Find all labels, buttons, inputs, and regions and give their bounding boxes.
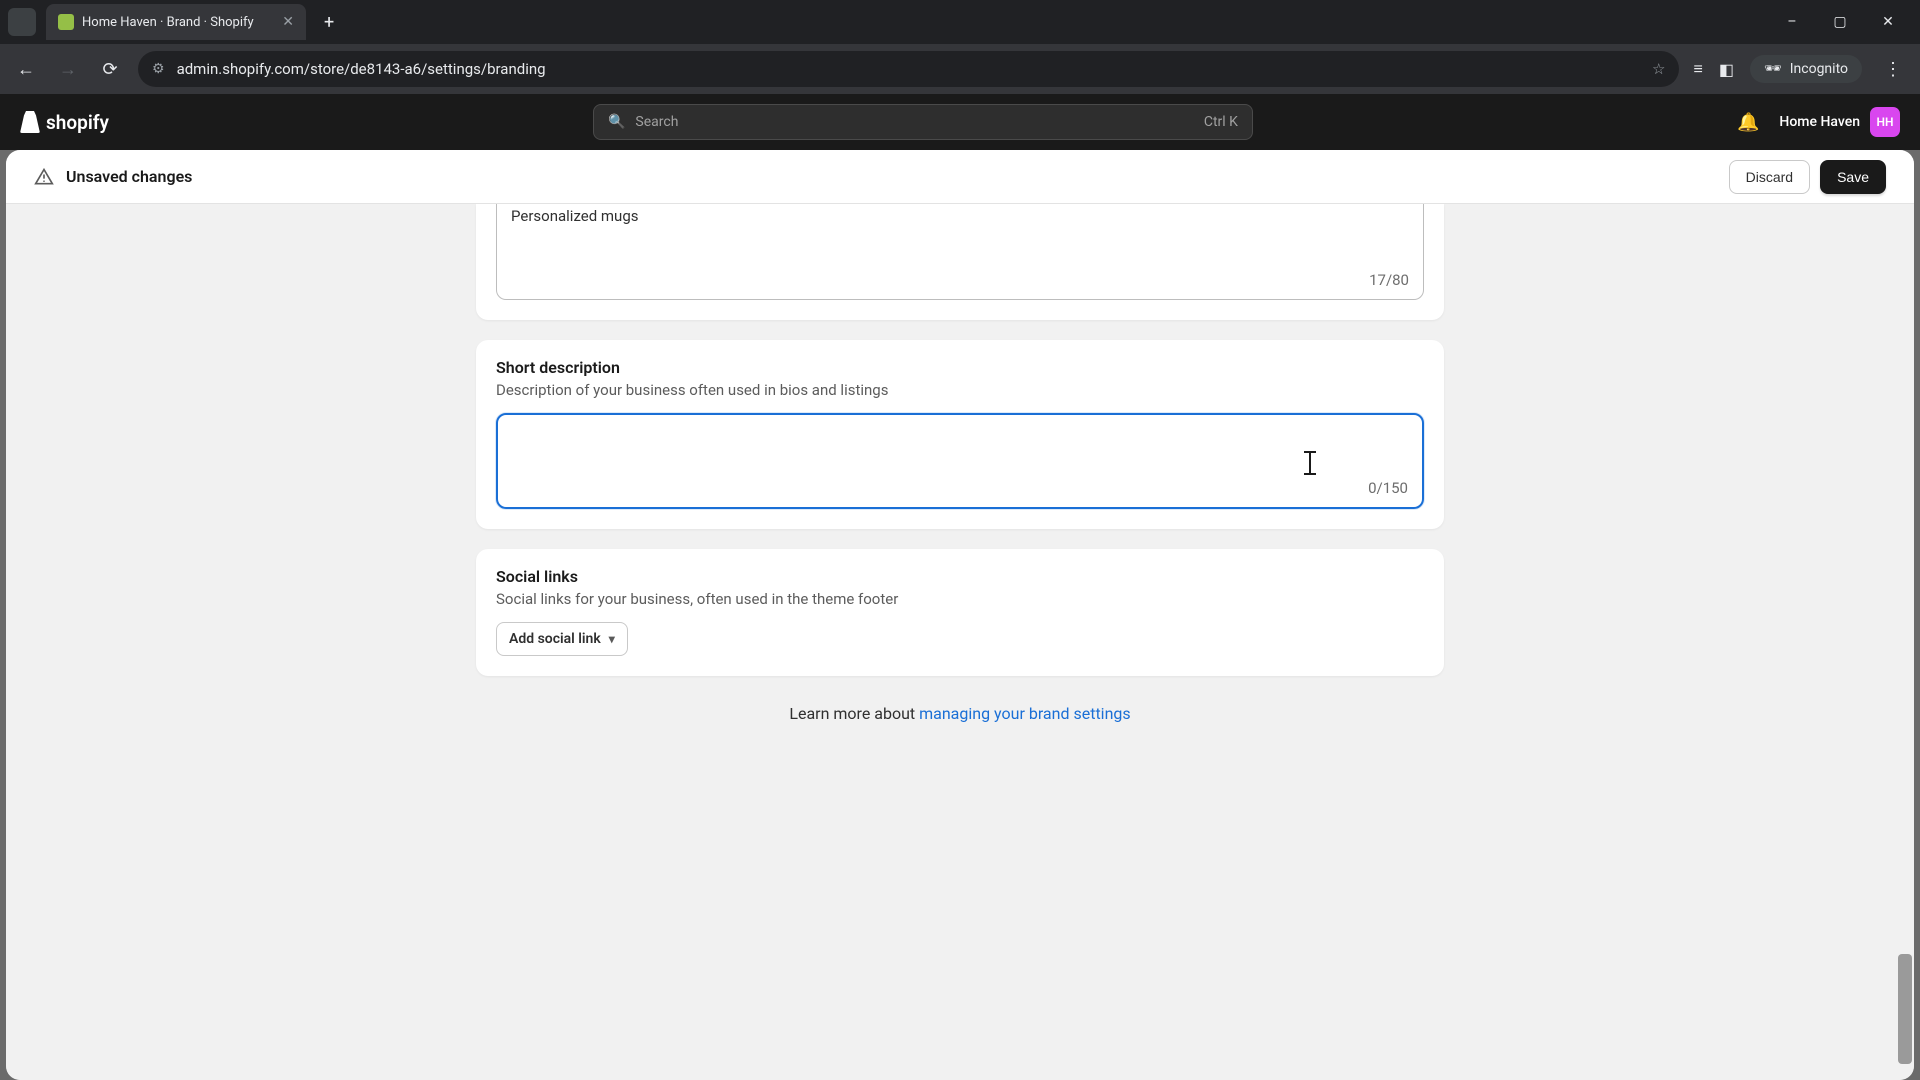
browser-menu-button[interactable]: ⋮ (1878, 59, 1908, 80)
search-placeholder: Search (635, 114, 678, 130)
url-text: admin.shopify.com/store/de8143-a6/settin… (177, 60, 1640, 78)
chevron-down-icon: ▾ (609, 632, 615, 646)
shopify-bag-icon (20, 111, 40, 133)
warning-icon (34, 167, 54, 187)
short-description-counter: 0/150 (512, 479, 1408, 497)
tab-strip: Home Haven · Brand · Shopify ✕ + – ▢ ✕ (0, 0, 1920, 44)
incognito-icon: 🕶 (1764, 61, 1782, 77)
side-panel-icon[interactable]: ◧ (1719, 60, 1734, 79)
store-name: Home Haven (1779, 114, 1860, 130)
search-shortcut: Ctrl K (1204, 114, 1238, 130)
social-links-title: Social links (496, 567, 1424, 586)
save-button[interactable]: Save (1820, 160, 1886, 194)
app-area: shopify 🔍 Search Ctrl K 🔔 Home Haven HH (0, 94, 1920, 1080)
slogan-value: Personalized mugs (511, 206, 1409, 246)
back-button[interactable]: ← (12, 55, 40, 83)
slogan-card: Personalized mugs 17/80 (476, 204, 1444, 320)
scrollbar-thumb[interactable] (1898, 954, 1912, 1064)
new-tab-button[interactable]: + (312, 8, 346, 37)
browser-chrome: Home Haven · Brand · Shopify ✕ + – ▢ ✕ ←… (0, 0, 1920, 94)
bookmark-icon[interactable]: ☆ (1652, 60, 1665, 78)
social-links-subtitle: Social links for your business, often us… (496, 590, 1424, 608)
forward-button[interactable]: → (54, 55, 82, 83)
maximize-button[interactable]: ▢ (1828, 14, 1852, 30)
toolbar-actions: ≡ ◧ 🕶 Incognito ⋮ (1693, 55, 1908, 83)
extensions-icon[interactable]: ≡ (1693, 59, 1702, 79)
store-avatar: HH (1870, 107, 1900, 137)
shopify-wordmark: shopify (46, 111, 109, 134)
site-info-icon[interactable]: ⚙ (152, 61, 165, 77)
learn-more-prefix: Learn more about (789, 704, 919, 723)
global-search[interactable]: 🔍 Search Ctrl K (593, 104, 1253, 140)
shopify-logo[interactable]: shopify (20, 111, 109, 134)
short-description-input[interactable]: 0/150 (496, 413, 1424, 509)
reload-button[interactable]: ⟳ (96, 55, 124, 83)
minimize-button[interactable]: – (1780, 14, 1804, 30)
notifications-icon[interactable]: 🔔 (1737, 112, 1759, 133)
address-bar[interactable]: ⚙ admin.shopify.com/store/de8143-a6/sett… (138, 51, 1679, 87)
learn-more-link[interactable]: managing your brand settings (919, 704, 1131, 723)
social-links-card: Social links Social links for your busin… (476, 549, 1444, 676)
slogan-input[interactable]: Personalized mugs 17/80 (496, 204, 1424, 300)
close-window-button[interactable]: ✕ (1876, 14, 1900, 30)
save-bar-message: Unsaved changes (66, 167, 192, 186)
settings-page: Unsaved changes Discard Save Personalize… (6, 150, 1914, 1080)
short-description-value (512, 427, 1408, 467)
incognito-chip[interactable]: 🕶 Incognito (1750, 55, 1862, 83)
short-description-subtitle: Description of your business often used … (496, 381, 1424, 399)
discard-button[interactable]: Discard (1729, 160, 1810, 194)
slogan-counter: 17/80 (511, 271, 1409, 289)
add-social-link-button[interactable]: Add social link ▾ (496, 622, 628, 656)
browser-toolbar: ← → ⟳ ⚙ admin.shopify.com/store/de8143-a… (0, 44, 1920, 94)
incognito-label: Incognito (1790, 61, 1848, 77)
window-controls: – ▢ ✕ (1780, 14, 1920, 30)
shopify-favicon-icon (58, 14, 74, 30)
search-icon: 🔍 (608, 114, 625, 130)
short-description-title: Short description (496, 358, 1424, 377)
tab-search-button[interactable] (8, 8, 36, 36)
shopify-header: shopify 🔍 Search Ctrl K 🔔 Home Haven HH (0, 94, 1920, 150)
text-cursor-icon (1304, 451, 1316, 475)
short-description-card: Short description Description of your bu… (476, 340, 1444, 529)
tab-title: Home Haven · Brand · Shopify (82, 15, 274, 30)
store-switcher[interactable]: Home Haven HH (1779, 107, 1900, 137)
learn-more-footer: Learn more about managing your brand set… (476, 704, 1444, 723)
add-social-link-label: Add social link (509, 631, 601, 647)
close-icon[interactable]: ✕ (282, 14, 294, 30)
header-right: 🔔 Home Haven HH (1737, 107, 1900, 137)
settings-scroll-area[interactable]: Personalized mugs 17/80 Short descriptio… (6, 204, 1914, 1080)
contextual-save-bar: Unsaved changes Discard Save (6, 150, 1914, 204)
browser-tab[interactable]: Home Haven · Brand · Shopify ✕ (46, 4, 306, 40)
